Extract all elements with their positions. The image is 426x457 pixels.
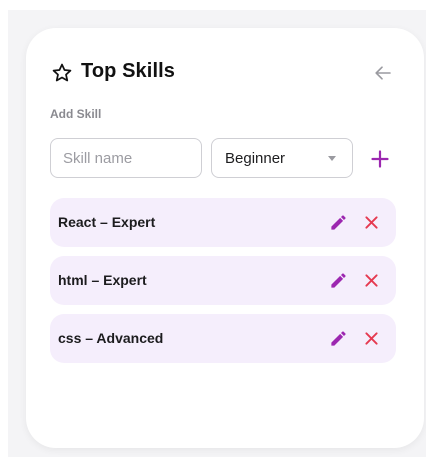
skill-item-label: React – Expert — [58, 214, 156, 230]
card-header: Top Skills — [51, 58, 397, 88]
delete-x-icon[interactable] — [364, 331, 379, 346]
delete-x-icon[interactable] — [364, 273, 379, 288]
edit-pencil-icon[interactable] — [329, 213, 348, 232]
skill-item: html – Expert — [50, 256, 396, 305]
edit-pencil-icon[interactable] — [329, 329, 348, 348]
skill-level-select[interactable]: Beginner — [211, 138, 353, 178]
plus-icon — [371, 150, 389, 168]
star-icon — [52, 63, 72, 82]
skill-item-label: html – Expert — [58, 272, 147, 288]
panel-title: Top Skills — [81, 60, 175, 82]
level-select-value: Beginner — [225, 150, 286, 167]
skill-item-label: css – Advanced — [58, 330, 164, 346]
edit-pencil-icon[interactable] — [329, 271, 348, 290]
chevron-down-icon — [328, 156, 336, 161]
add-skill-button[interactable] — [366, 145, 394, 173]
skill-item: React – Expert — [50, 198, 396, 247]
add-skill-label: Add Skill — [50, 107, 102, 121]
delete-x-icon[interactable] — [364, 215, 379, 230]
skill-name-input[interactable] — [50, 138, 202, 178]
back-arrow-icon[interactable] — [373, 63, 393, 83]
skill-item: css – Advanced — [50, 314, 396, 363]
